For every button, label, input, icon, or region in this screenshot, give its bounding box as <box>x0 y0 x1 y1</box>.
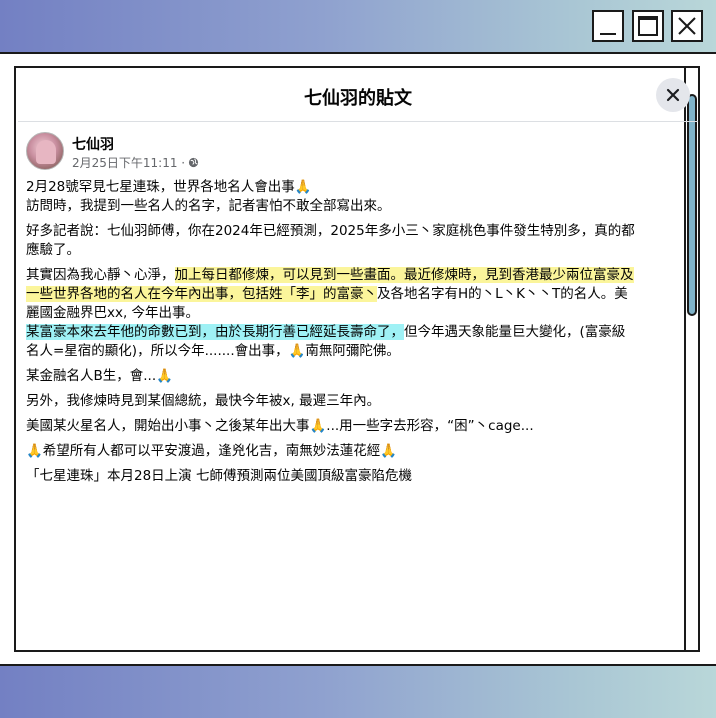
window-close-button[interactable] <box>671 10 703 42</box>
post-paragraph: 某金融名人B生，會...🙏 <box>26 367 654 386</box>
post-line: 2月28號罕見七星連珠，世界各地名人會出事🙏 <box>26 179 312 195</box>
post-paragraph: 2月28號罕見七星連珠，世界各地名人會出事🙏 訪問時，我提到一些名人的名字，記者… <box>26 178 654 216</box>
post-line: 麗國金融界巴xx, 今年出事。 <box>26 305 200 321</box>
post-text: 但今年遇天象能量巨大變化，(富豪級 <box>404 324 626 340</box>
avatar[interactable] <box>26 132 64 170</box>
post-body: 2月28號罕見七星連珠，世界各地名人會出事🙏 訪問時，我提到一些名人的名字，記者… <box>26 178 654 492</box>
scrollbar[interactable] <box>686 66 700 652</box>
author-name[interactable]: 七仙羽 <box>72 134 114 154</box>
post-line: 應驗了。 <box>26 242 80 258</box>
post-meta: 2月25日下午11:11 · <box>72 154 199 171</box>
post-paragraph: 🙏希望所有人都可以平安渡過，逢兇化吉，南無妙法蓮花經🙏 <box>26 442 654 461</box>
window-titlebar <box>0 0 716 54</box>
post-paragraph: 「七星連珠」本月28日上演 七師傅預測兩位美國頂級富豪陷危機 <box>26 467 654 486</box>
post-line: 訪問時，我提到一些名人的名字，記者害怕不敢全部寫出來。 <box>26 198 391 214</box>
highlight-cyan: 某富豪本來去年他的命數已到，由於長期行善已經延長壽命了， <box>26 324 404 340</box>
scrollbar-thumb[interactable] <box>687 94 697 316</box>
post-line: 好多記者說：七仙羽師傅，你在2024年已經預測，2025年多小三丶家庭桃色事件發… <box>26 223 635 239</box>
window-footer-bar <box>0 664 716 718</box>
post-text: 其實因為我心靜丶心淨， <box>26 267 175 283</box>
highlight-yellow: 加上每日都修煉，可以見到一些畫面。最近修煉時，見到香港最少兩位富豪及 <box>174 267 634 283</box>
post-line: 「七星連珠」本月28日上演 七師傅預測兩位美國頂級富豪陷危機 <box>26 468 412 484</box>
post-paragraph-highlighted: 其實因為我心靜丶心淨，加上每日都修煉，可以見到一些畫面。最近修煉時，見到香港最少… <box>26 266 654 361</box>
post-line: 某富豪本來去年他的命數已到，由於長期行善已經延長壽命了，但今年遇天象能量巨大變化… <box>26 323 654 342</box>
post-line: 另外，我修煉時見到某個總統，最快今年被x, 最遲三年內。 <box>26 393 381 409</box>
app-window: 七仙羽的貼文 七仙羽 2月25日下午11:11 · 2月28號罕見七星連珠，世界… <box>0 0 716 718</box>
post-paragraph: 另外，我修煉時見到某個總統，最快今年被x, 最遲三年內。 <box>26 392 654 411</box>
minimize-icon <box>600 33 616 35</box>
post-text: 及各地名字有H的丶L丶K丶丶T的名人。美 <box>377 286 628 302</box>
post-dialog-title: 七仙羽的貼文 <box>304 88 412 109</box>
close-icon <box>666 88 680 102</box>
post-line: 美國某火星名人，開始出小事丶之後某年出大事🙏...用一些字去形容，“困”丶cag… <box>26 418 534 434</box>
post-line: 🙏希望所有人都可以平安渡過，逢兇化吉，南無妙法蓮花經🙏 <box>26 443 398 459</box>
post-paragraph: 好多記者說：七仙羽師傅，你在2024年已經預測，2025年多小三丶家庭桃色事件發… <box>26 222 654 260</box>
post-line: 其實因為我心靜丶心淨，加上每日都修煉，可以見到一些畫面。最近修煉時，見到香港最少… <box>26 266 654 285</box>
avatar-figure <box>36 140 56 164</box>
post-timestamp[interactable]: 2月25日下午11:11 · <box>72 154 185 171</box>
post-line: 一些世界各地的名人在今年內出事，包括姓「李」的富豪丶及各地名字有H的丶L丶K丶丶… <box>26 285 654 304</box>
maximize-icon <box>638 16 658 36</box>
post-dialog-header: 七仙羽的貼文 <box>18 66 698 122</box>
post-paragraph: 美國某火星名人，開始出小事丶之後某年出大事🙏...用一些字去形容，“困”丶cag… <box>26 417 654 436</box>
globe-icon <box>189 157 199 168</box>
highlight-yellow: 一些世界各地的名人在今年內出事，包括姓「李」的富豪丶 <box>26 286 377 302</box>
post-close-button[interactable] <box>656 78 690 112</box>
post-line: 名人=星宿的顯化)，所以今年.......會出事，🙏南無阿彌陀佛。 <box>26 343 400 359</box>
post-line: 某金融名人B生，會...🙏 <box>26 368 173 384</box>
maximize-button[interactable] <box>632 10 664 42</box>
close-icon <box>678 17 696 35</box>
minimize-button[interactable] <box>592 10 624 42</box>
